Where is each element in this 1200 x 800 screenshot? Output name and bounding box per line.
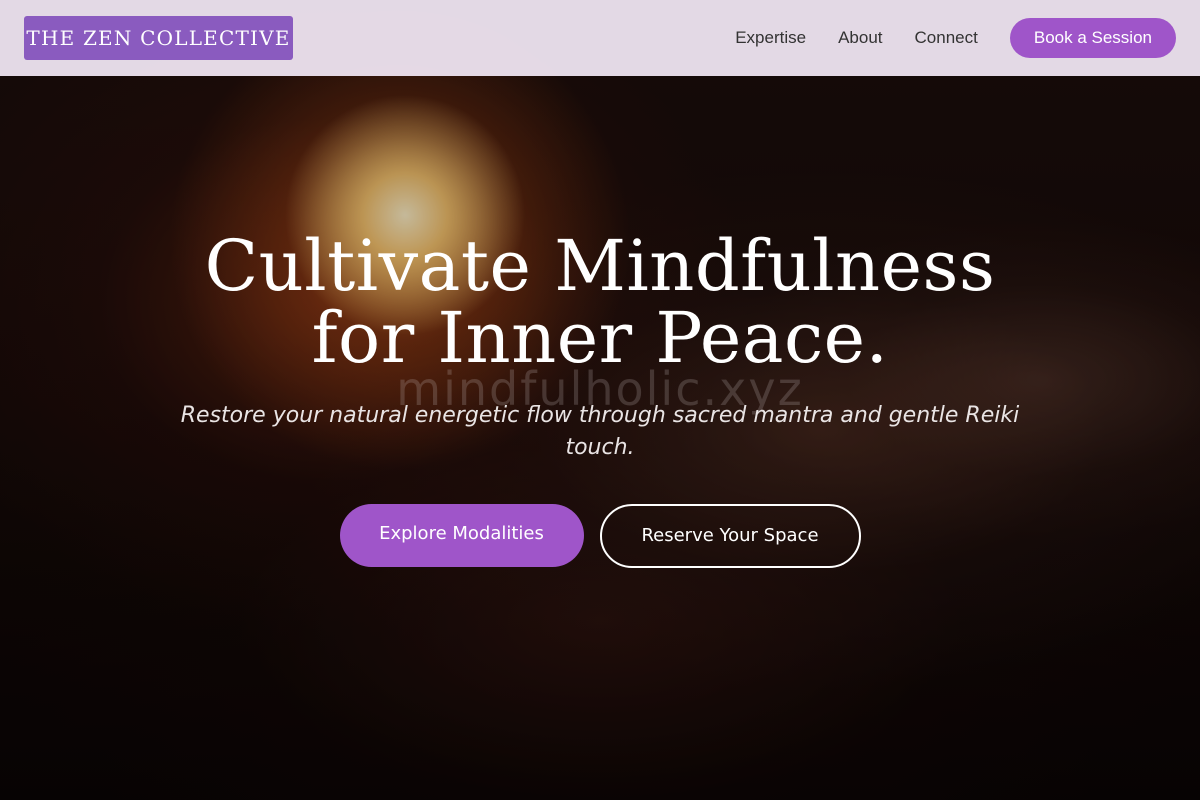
landing-page: THE ZEN COLLECTIVE Expertise About Conne… [0,0,1200,800]
nav-link-expertise[interactable]: Expertise [735,28,806,48]
nav-link-connect[interactable]: Connect [915,28,978,48]
hero-subtitle: Restore your natural energetic flow thro… [180,403,1020,460]
main-nav: Expertise About Connect Book a Session [735,0,1176,76]
site-header: THE ZEN COLLECTIVE Expertise About Conne… [0,0,1200,76]
book-session-button[interactable]: Book a Session [1009,18,1176,58]
hero-button-group: Explore Modalities Reserve Your Space [0,504,1200,568]
hero-section: Cultivate Mindfulness for Inner Peace. [0,230,1200,374]
hero-title: Cultivate Mindfulness for Inner Peace. [204,225,996,379]
nav-link-about[interactable]: About [838,28,882,48]
reserve-space-button[interactable]: Reserve Your Space [599,504,861,568]
explore-modalities-button[interactable]: Explore Modalities [339,504,584,567]
brand-logo[interactable]: THE ZEN COLLECTIVE [24,16,293,60]
